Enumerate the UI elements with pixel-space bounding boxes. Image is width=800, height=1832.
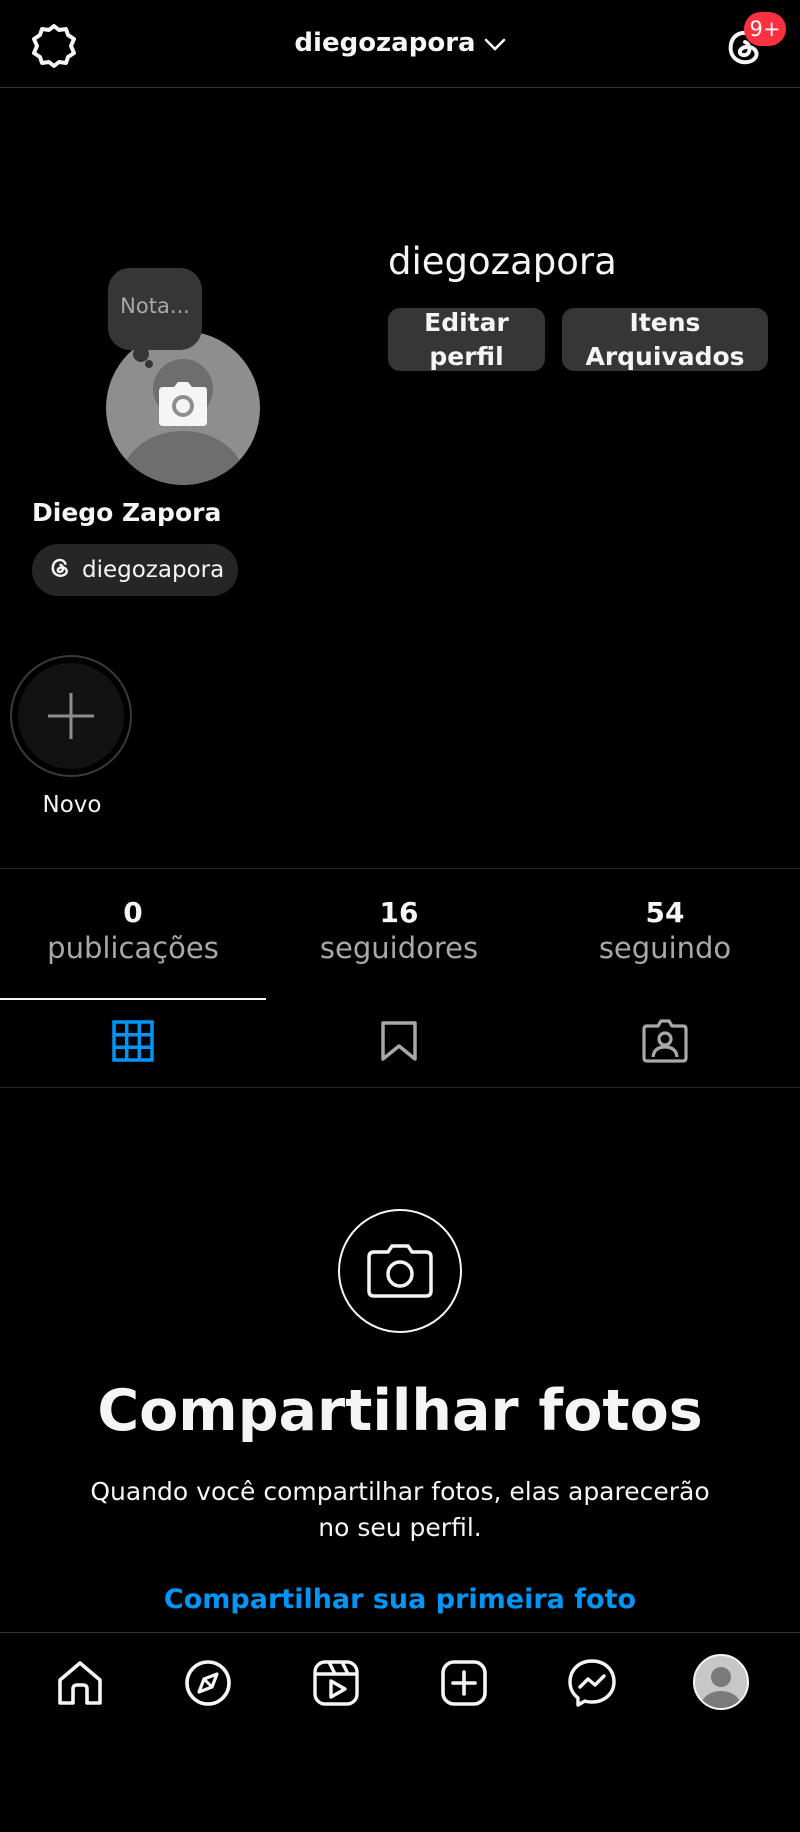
stat-label: seguindo (598, 931, 732, 965)
note-bubble-tail (145, 360, 153, 368)
profile-avatar[interactable] (106, 331, 260, 485)
stat-value: 0 (123, 896, 143, 929)
stat-value: 16 (379, 896, 419, 929)
archived-items-button[interactable]: Itens Arquivados (562, 308, 768, 371)
stat-value: 54 (645, 896, 685, 929)
stat-following[interactable]: 54 seguindo (532, 896, 798, 965)
share-first-photo-link[interactable]: Compartilhar sua primeira foto (0, 1584, 800, 1615)
grid-icon (112, 1020, 154, 1066)
threads-profile-link[interactable]: diegozapora (32, 544, 239, 596)
profile-tabs (0, 998, 800, 1088)
divider (0, 868, 800, 869)
bottom-nav (0, 1632, 800, 1736)
new-highlight-label: Novo (42, 792, 102, 818)
profile-full-name: Diego Zapora (32, 498, 222, 527)
tagged-user-icon (642, 1019, 688, 1067)
account-switcher[interactable]: diegozapora (0, 28, 800, 59)
threads-icon (46, 553, 74, 587)
reels-icon[interactable] (308, 1655, 364, 1711)
header-username: diegozapora (294, 28, 476, 58)
stat-label: seguidores (319, 931, 479, 965)
profile-username: diegozapora (388, 240, 617, 283)
stat-label: publicações (47, 931, 219, 965)
empty-state-description: Quando você compartilhar fotos, elas apa… (90, 1477, 710, 1542)
tab-saved[interactable] (266, 998, 532, 1088)
stat-followers[interactable]: 16 seguidores (266, 896, 532, 965)
messenger-icon[interactable] (564, 1655, 620, 1711)
camera-icon (158, 381, 208, 427)
new-highlight-button[interactable] (10, 655, 132, 777)
tab-tagged[interactable] (532, 998, 798, 1088)
bookmark-icon (380, 1020, 418, 1066)
chevron-down-icon (484, 29, 506, 59)
plus-icon (46, 691, 96, 741)
threads-handle: diegozapora (82, 557, 225, 583)
notification-badge: 9+ (744, 12, 786, 46)
empty-state-title: Compartilhar fotos (97, 1378, 703, 1444)
camera-icon (338, 1209, 462, 1333)
edit-profile-button[interactable]: Editar perfil (388, 308, 545, 371)
home-icon[interactable] (52, 1655, 108, 1711)
tab-posts-grid[interactable] (0, 998, 266, 1088)
stat-posts: 0 publicações (0, 896, 266, 965)
note-bubble[interactable]: Nota... (108, 268, 202, 350)
compass-icon[interactable] (180, 1655, 236, 1711)
plus-square-icon[interactable] (436, 1655, 492, 1711)
active-tab-indicator (0, 998, 266, 1000)
avatar-icon[interactable] (693, 1654, 749, 1710)
